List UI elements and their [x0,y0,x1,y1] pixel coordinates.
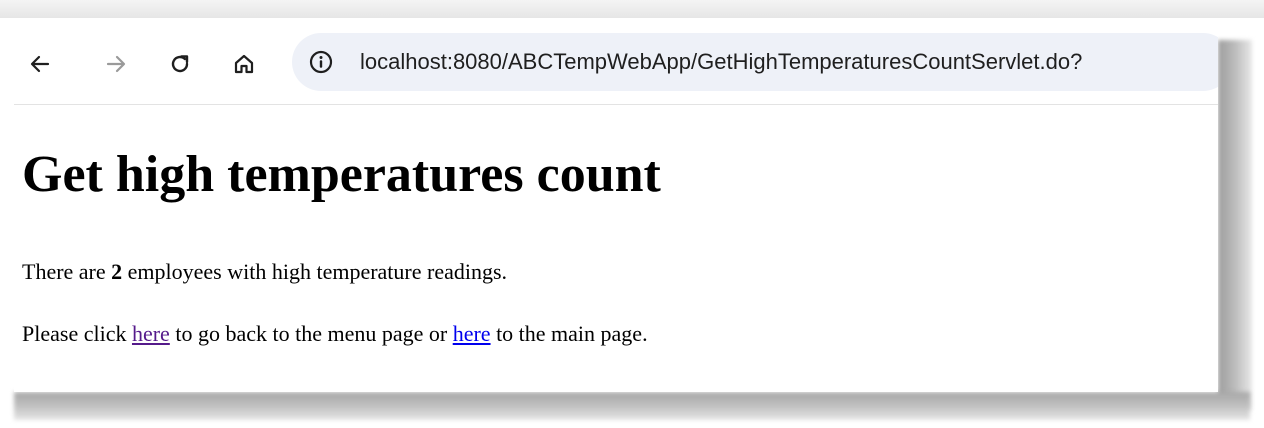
navigation-instructions-text: Please click here to go back to the menu… [22,321,648,347]
forward-button[interactable] [98,46,134,82]
home-button[interactable] [226,46,262,82]
browser-toolbar: localhost:8080/ABCTempWebApp/GetHighTemp… [14,20,1218,105]
nav-middle: to go back to the menu page or [169,321,453,346]
nav-suffix: to the main page. [490,321,648,346]
browser-window: localhost:8080/ABCTempWebApp/GetHighTemp… [14,20,1218,392]
address-url-text[interactable]: localhost:8080/ABCTempWebApp/GetHighTemp… [360,33,1082,91]
screenshot-frame-top [0,0,1264,18]
menu-page-link[interactable]: here [132,321,170,346]
window-shadow-bottom [14,392,1250,420]
window-shadow-right [1218,40,1252,410]
site-info-icon[interactable] [308,49,334,75]
page-content: Get high temperatures count There are 2 … [14,105,1218,392]
main-page-link[interactable]: here [453,321,491,346]
back-button[interactable] [22,46,58,82]
home-icon [232,52,256,76]
address-bar[interactable]: localhost:8080/ABCTempWebApp/GetHighTemp… [292,33,1218,91]
count-suffix: employees with high temperature readings… [122,259,508,284]
back-arrow-icon [28,52,52,76]
reload-button[interactable] [162,46,198,82]
reload-icon [168,52,192,76]
nav-prefix: Please click [22,321,132,346]
employee-count-value: 2 [111,259,123,284]
forward-arrow-icon [104,52,128,76]
high-temperature-count-text: There are 2 employees with high temperat… [22,259,507,285]
count-prefix: There are [22,259,112,284]
page-heading: Get high temperatures count [22,146,661,203]
